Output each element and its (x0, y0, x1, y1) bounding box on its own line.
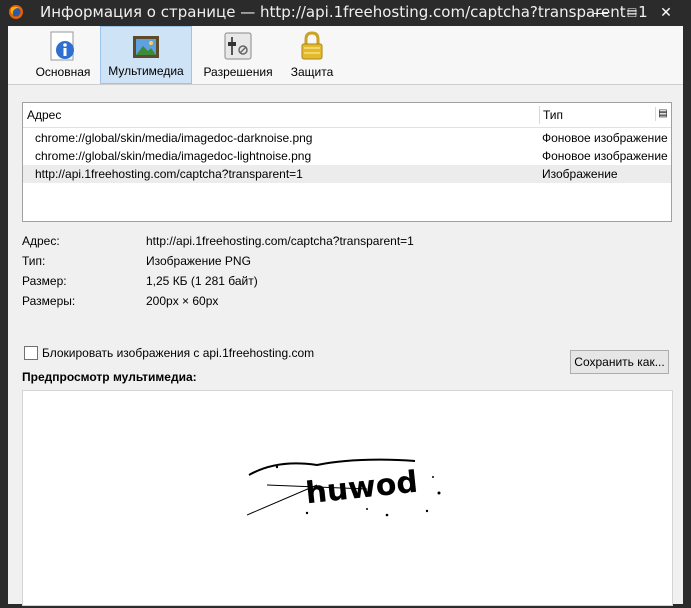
preview-label: Предпросмотр мультимедиа: (22, 370, 197, 384)
media-icon (133, 36, 159, 58)
column-header-address[interactable]: Адрес (27, 108, 61, 122)
page-info-window: Информация о странице — http://api.1free… (0, 0, 691, 608)
tab-toolbar: Основная Мультимедиа Разрешения Защита (8, 26, 683, 85)
property-value: 200px × 60px (146, 294, 219, 308)
dialog-body: Основная Мультимедиа Разрешения Защита А… (8, 26, 683, 606)
window-title: Информация о странице — http://api.1free… (40, 3, 648, 21)
captcha-text: huwod (304, 465, 420, 512)
tab-general[interactable]: Основная (32, 26, 94, 84)
title-bar[interactable]: Информация о странице — http://api.1free… (0, 0, 691, 26)
property-key: Размеры: (22, 294, 76, 308)
captcha-image: huwod (247, 458, 441, 517)
row-type: Изображение (542, 167, 618, 181)
tab-label: Основная (35, 65, 91, 79)
property-value: Изображение PNG (146, 254, 251, 268)
tab-label: Мультимедиа (108, 64, 184, 78)
minimize-button[interactable]: — (587, 2, 615, 22)
info-icon (50, 31, 74, 61)
firefox-icon (9, 5, 23, 19)
column-picker-icon[interactable]: ▤ (655, 107, 670, 121)
tab-label: Разрешения (203, 65, 273, 79)
maximize-button[interactable]: □ (618, 2, 646, 22)
media-list-header: Адрес Тип ▤ (23, 103, 671, 128)
save-as-button[interactable]: Сохранить как... (570, 350, 669, 374)
property-key: Размер: (22, 274, 67, 288)
row-type: Фоновое изображение (542, 149, 668, 163)
close-button[interactable]: ✕ (652, 2, 680, 22)
media-list-row[interactable]: chrome://global/skin/media/imagedoc-dark… (23, 129, 671, 147)
property-value: 1,25 КБ (1 281 байт) (146, 274, 258, 288)
block-images-label[interactable]: Блокировать изображения с api.1freehosti… (42, 346, 314, 360)
block-images-checkbox[interactable] (24, 346, 38, 360)
column-header-type[interactable]: Тип (543, 108, 563, 122)
tab-security[interactable]: Защита (284, 26, 340, 84)
media-list-row[interactable]: chrome://global/skin/media/imagedoc-ligh… (23, 147, 671, 165)
media-list-row-selected[interactable]: http://api.1freehosting.com/captcha?tran… (23, 165, 671, 183)
row-address: chrome://global/skin/media/imagedoc-dark… (35, 131, 313, 145)
property-value: http://api.1freehosting.com/captcha?tran… (146, 234, 414, 248)
row-type: Фоновое изображение (542, 131, 668, 145)
property-key: Тип: (22, 254, 46, 268)
row-address: chrome://global/skin/media/imagedoc-ligh… (35, 149, 312, 163)
tab-label: Защита (290, 65, 334, 79)
row-address: http://api.1freehosting.com/captcha?tran… (35, 167, 303, 181)
tab-permissions[interactable]: Разрешения (200, 26, 276, 84)
lock-icon (301, 31, 323, 60)
tab-multimedia[interactable]: Мультимедиа (100, 26, 192, 84)
property-key: Адрес: (22, 234, 60, 248)
media-list[interactable]: Адрес Тип ▤ chrome://global/skin/media/i… (22, 102, 672, 222)
media-preview: huwod (22, 390, 673, 606)
permissions-icon (224, 32, 252, 60)
column-separator[interactable] (539, 106, 540, 124)
